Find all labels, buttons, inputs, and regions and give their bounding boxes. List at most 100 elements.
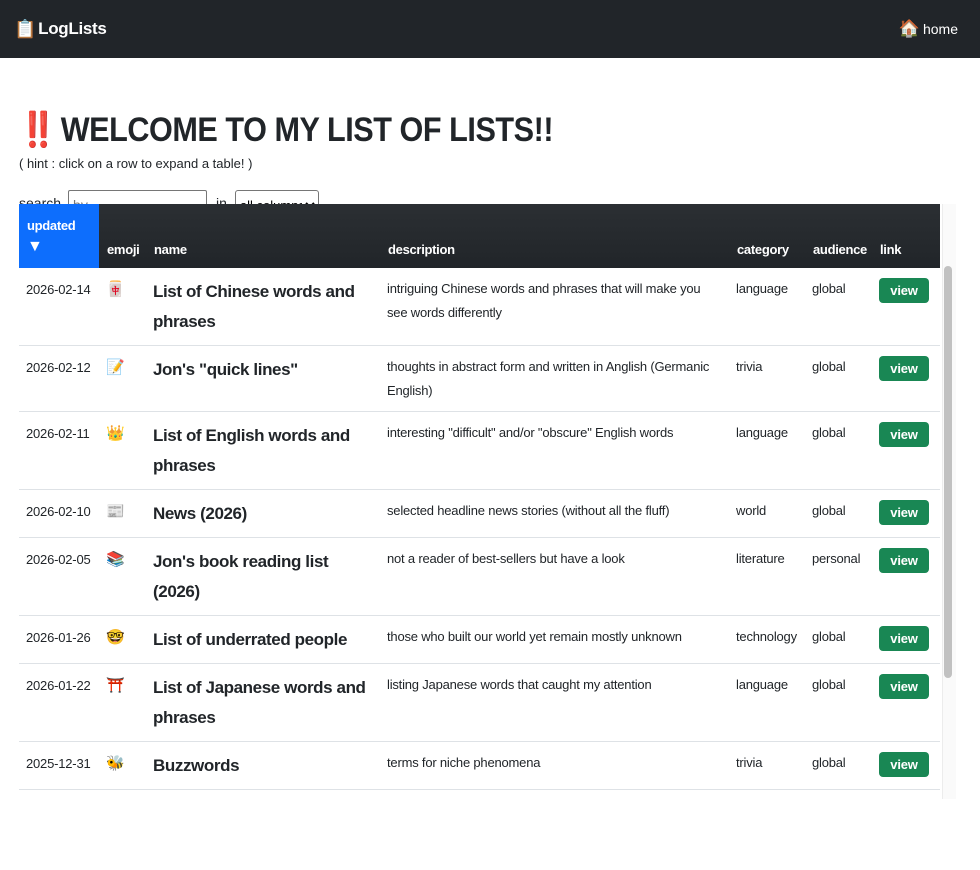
table-row[interactable]: 2026-02-14 🀄 List of Chinese words and phr… [19, 268, 940, 346]
sort-desc-icon: ▼ [27, 238, 43, 255]
cell-updated: 2026-02-12 [19, 345, 99, 412]
row-emoji-icon: 🤓 [99, 615, 146, 664]
cell-category: language [729, 663, 805, 742]
cell-updated: 2026-02-11 [19, 411, 99, 490]
table-row[interactable]: 2026-02-10 📰 News (2026) selected headline … [19, 489, 940, 538]
page-title: ‼️ WELCOME TO MY LIST OF LISTS!! [19, 110, 865, 150]
view-button[interactable]: view [879, 752, 929, 777]
row-emoji-icon: 📚 [99, 537, 146, 616]
cell-description: terms in AI jargon [380, 789, 729, 799]
view-button[interactable]: view [879, 422, 929, 447]
cell-link: view [872, 345, 940, 412]
table-row[interactable]: 2026-01-22 ⛩️ List of Japanese words and p… [19, 663, 940, 742]
lists-table: updated ▼ emoji name description categor… [19, 204, 940, 799]
view-button[interactable]: view [879, 500, 929, 525]
col-header-category[interactable]: category [729, 204, 805, 268]
cell-category: trivia [729, 741, 805, 790]
cell-updated: 2025-12-31 [19, 741, 99, 790]
page-title-text: WELCOME TO MY LIST OF LISTS!! [60, 110, 554, 149]
table-row[interactable]: 2026-02-12 📝 Jon's "quick lines" thoughts i… [19, 345, 940, 412]
cell-description: thoughts in abstract form and written in… [380, 345, 729, 412]
cell-updated: 2026-02-05 [19, 537, 99, 616]
table-row[interactable]: 2026-02-11 👑 List of English words and phr… [19, 411, 940, 490]
cell-updated: 2026-02-10 [19, 489, 99, 538]
view-button[interactable]: view [879, 548, 929, 573]
col-header-audience[interactable]: audience [805, 204, 872, 268]
row-emoji-icon: 👑 [99, 411, 146, 490]
table-header-row: updated ▼ emoji name description categor… [19, 204, 940, 268]
brand-link[interactable]: 📋 LogLists [14, 19, 107, 40]
cell-audience: global [805, 345, 872, 412]
row-emoji-icon: ⛩️ [99, 663, 146, 742]
row-emoji-icon: 📰 [99, 489, 146, 538]
cell-audience: global [805, 615, 872, 664]
cell-audience: global [805, 268, 872, 346]
cell-category: literature [729, 537, 805, 616]
cell-description: intriguing Chinese words and phrases tha… [380, 268, 729, 346]
clipboard-icon: 📋 [14, 18, 37, 39]
cell-audience: global [805, 741, 872, 790]
cell-name: Jon's book reading list (2026) [146, 537, 380, 616]
cell-link: view [872, 268, 940, 346]
cell-name: List of English words and phrases [146, 411, 380, 490]
cell-name: Buzzwords [146, 741, 380, 790]
cell-link: view [872, 741, 940, 790]
cell-name: News (2026) [146, 489, 380, 538]
house-icon: 🏠 [898, 19, 920, 38]
cell-link: view [872, 537, 940, 616]
double-exclamation-icon: ‼️ [19, 111, 57, 149]
col-header-updated[interactable]: updated ▼ [19, 204, 99, 268]
cell-description: listing Japanese words that caught my at… [380, 663, 729, 742]
cell-name: Acronyms of artifical intelligence [146, 789, 380, 799]
row-emoji-icon: 📝 [99, 345, 146, 412]
cell-description: selected headline news stories (without … [380, 489, 729, 538]
cell-audience: personal [805, 537, 872, 616]
table-row[interactable]: 2025-12-31🤖Acronyms of artifical intelli… [19, 789, 940, 799]
home-label: home [922, 21, 958, 37]
cell-updated: 2026-02-14 [19, 268, 99, 346]
cell-category: technology [729, 615, 805, 664]
brand-label: LogLists [38, 19, 107, 38]
hint-text: ( hint : click on a row to expand a tabl… [19, 156, 253, 171]
table-row[interactable]: 2026-01-26 🤓 List of underrated people thos… [19, 615, 940, 664]
cell-link: view [872, 411, 940, 490]
cell-updated: 2025-12-31 [19, 789, 99, 799]
cell-audience: global [805, 411, 872, 490]
col-header-name[interactable]: name [146, 204, 380, 268]
row-emoji-icon: 🐝 [99, 741, 146, 790]
col-header-label: updated [27, 218, 76, 233]
cell-updated: 2026-01-26 [19, 615, 99, 664]
view-button[interactable]: view [879, 626, 929, 651]
cell-name: List of Chinese words and phrases [146, 268, 380, 346]
cell-category: technology [729, 789, 805, 799]
cell-name: List of underrated people [146, 615, 380, 664]
view-button[interactable]: view [879, 356, 929, 381]
cell-audience: global [805, 489, 872, 538]
cell-link: view [872, 663, 940, 742]
col-header-link[interactable]: link [872, 204, 940, 268]
col-header-emoji[interactable]: emoji [99, 204, 146, 268]
view-button[interactable]: view [879, 278, 929, 303]
main-content: ‼️ WELCOME TO MY LIST OF LISTS!! ( hint … [19, 58, 959, 220]
cell-category: world [729, 489, 805, 538]
cell-category: trivia [729, 345, 805, 412]
cell-description: those who built our world yet remain mos… [380, 615, 729, 664]
cell-description: terms for niche phenomena [380, 741, 729, 790]
cell-name: List of Japanese words and phrases [146, 663, 380, 742]
home-link[interactable]: 🏠 home [899, 19, 958, 39]
cell-audience: global [805, 789, 872, 799]
cell-category: language [729, 411, 805, 490]
cell-name: Jon's "quick lines" [146, 345, 380, 412]
col-header-description[interactable]: description [380, 204, 729, 268]
cell-link: view [872, 489, 940, 538]
view-button[interactable]: view [879, 674, 929, 699]
table-row[interactable]: 2026-02-05 📚 Jon's book reading list (2026… [19, 537, 940, 616]
table-row[interactable]: 2025-12-31 🐝 Buzzwords terms for niche phen… [19, 741, 940, 790]
row-emoji-icon: 🀄 [99, 268, 146, 346]
lists-table-container: updated ▼ emoji name description categor… [19, 204, 956, 799]
row-emoji-icon: 🤖 [99, 789, 146, 799]
cell-link: view [872, 789, 940, 799]
scrollbar-thumb[interactable] [944, 266, 952, 678]
cell-description: not a reader of best-sellers but have a … [380, 537, 729, 616]
cell-link: view [872, 615, 940, 664]
